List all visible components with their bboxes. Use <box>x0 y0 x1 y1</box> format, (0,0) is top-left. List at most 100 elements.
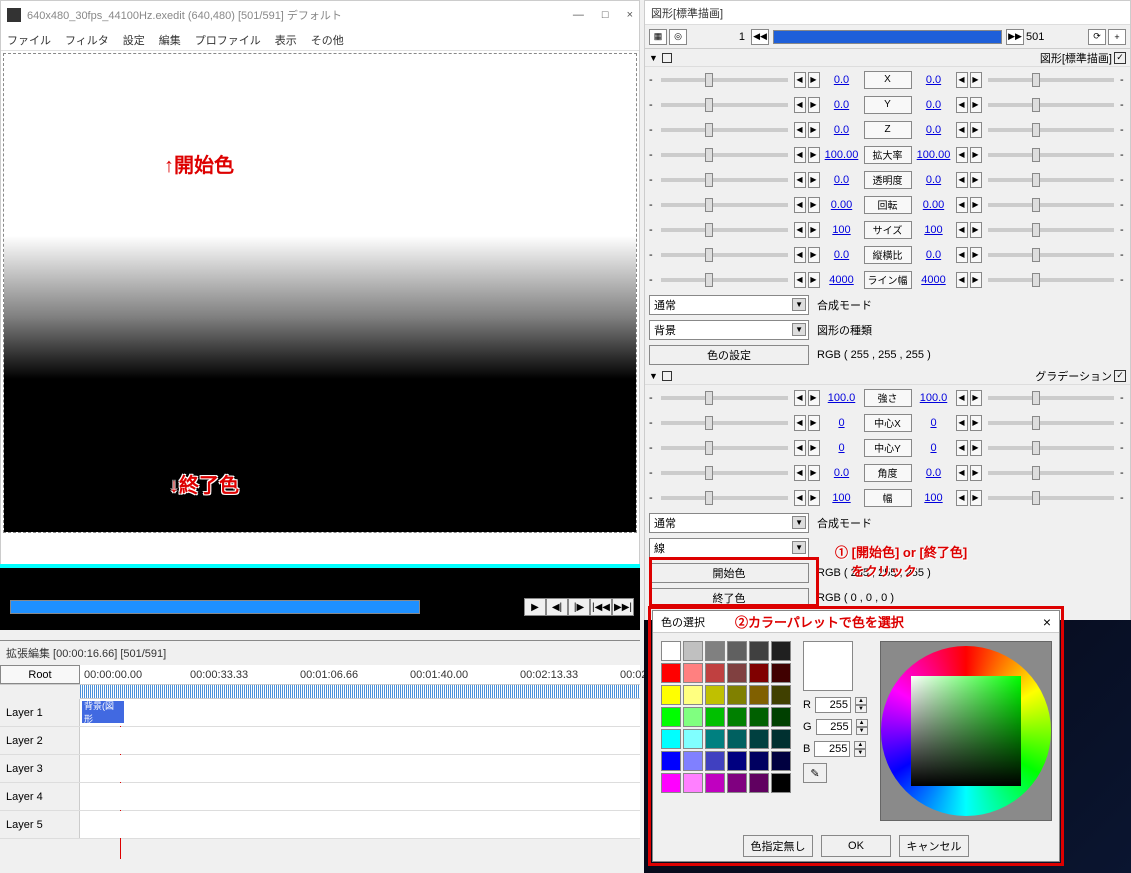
spin-right-up[interactable]: ▶ <box>970 490 982 506</box>
spin-right-down[interactable]: ◀ <box>956 490 968 506</box>
spin-left-up[interactable]: ▶ <box>808 390 820 406</box>
toolbar-icon-1[interactable]: ▦ <box>649 29 667 45</box>
menu-file[interactable]: ファイル <box>7 32 51 48</box>
param-value-right[interactable]: 100.0 <box>914 392 954 404</box>
layer-5-track[interactable] <box>80 811 640 838</box>
param-slider-left[interactable] <box>661 103 788 107</box>
param-name-button[interactable]: 回転 <box>864 196 912 214</box>
spin-right-up[interactable]: ▶ <box>970 440 982 456</box>
menu-settings[interactable]: 設定 <box>123 32 145 48</box>
spin-left-down[interactable]: ◀ <box>794 97 806 113</box>
seek-start-icon[interactable]: ◀◀ <box>751 29 769 45</box>
spin-right-down[interactable]: ◀ <box>956 390 968 406</box>
spin-left-down[interactable]: ◀ <box>794 415 806 431</box>
spin-right-up[interactable]: ▶ <box>970 122 982 138</box>
spin-left-down[interactable]: ◀ <box>794 490 806 506</box>
param-name-button[interactable]: 拡大率 <box>864 146 912 164</box>
param-value-left[interactable]: 0.0 <box>822 174 862 186</box>
spin-right-up[interactable]: ▶ <box>970 247 982 263</box>
section-shape-header[interactable]: ▼ 図形[標準描画] ✓ <box>645 49 1130 67</box>
spin-left-up[interactable]: ▶ <box>808 272 820 288</box>
spin-left-down[interactable]: ◀ <box>794 247 806 263</box>
param-value-left[interactable]: 0.00 <box>822 199 862 211</box>
spin-right-up[interactable]: ▶ <box>970 147 982 163</box>
param-name-button[interactable]: 幅 <box>864 489 912 507</box>
menu-filter[interactable]: フィルタ <box>65 32 109 48</box>
layer-5-label[interactable]: Layer 5 <box>0 811 80 838</box>
spin-right-down[interactable]: ◀ <box>956 465 968 481</box>
layer-4-track[interactable] <box>80 783 640 810</box>
param-slider-right[interactable] <box>988 228 1115 232</box>
layer-2-label[interactable]: Layer 2 <box>0 727 80 754</box>
param-value-right[interactable]: 0 <box>914 442 954 454</box>
color-setting-button[interactable]: 色の設定 <box>649 345 809 365</box>
clip-bg[interactable]: 背景(図形 <box>82 701 124 723</box>
spin-left-up[interactable]: ▶ <box>808 465 820 481</box>
spin-left-down[interactable]: ◀ <box>794 197 806 213</box>
param-value-right[interactable]: 0.0 <box>914 99 954 111</box>
param-name-button[interactable]: 透明度 <box>864 171 912 189</box>
param-slider-right[interactable] <box>988 253 1115 257</box>
param-name-button[interactable]: X <box>864 71 912 89</box>
spin-left-up[interactable]: ▶ <box>808 197 820 213</box>
param-slider-left[interactable] <box>661 253 788 257</box>
spin-left-up[interactable]: ▶ <box>808 490 820 506</box>
scrub-progress[interactable] <box>10 600 420 614</box>
param-value-left[interactable]: 0.0 <box>822 74 862 86</box>
param-slider-left[interactable] <box>661 446 788 450</box>
spin-right-up[interactable]: ▶ <box>970 390 982 406</box>
collapse-icon[interactable]: ▼ <box>649 53 658 63</box>
param-value-left[interactable]: 100.0 <box>822 392 862 404</box>
param-value-right[interactable]: 0.0 <box>914 74 954 86</box>
param-value-right[interactable]: 4000 <box>914 274 954 286</box>
spin-left-up[interactable]: ▶ <box>808 172 820 188</box>
param-value-left[interactable]: 100 <box>822 224 862 236</box>
root-button[interactable]: Root <box>0 665 80 684</box>
param-value-left[interactable]: 0 <box>822 417 862 429</box>
spin-right-up[interactable]: ▶ <box>970 197 982 213</box>
spin-left-down[interactable]: ◀ <box>794 222 806 238</box>
go-start-button[interactable]: |◀◀ <box>590 598 612 616</box>
play-button[interactable]: ▶ <box>524 598 546 616</box>
spin-right-up[interactable]: ▶ <box>970 97 982 113</box>
spin-right-down[interactable]: ◀ <box>956 147 968 163</box>
param-value-left[interactable]: 100.00 <box>822 149 862 161</box>
spin-right-down[interactable]: ◀ <box>956 272 968 288</box>
spin-left-up[interactable]: ▶ <box>808 222 820 238</box>
spin-left-down[interactable]: ◀ <box>794 122 806 138</box>
spin-left-up[interactable]: ▶ <box>808 247 820 263</box>
spin-left-down[interactable]: ◀ <box>794 272 806 288</box>
spin-left-down[interactable]: ◀ <box>794 440 806 456</box>
param-value-left[interactable]: 0.0 <box>822 99 862 111</box>
toolbar-icon-2[interactable]: ◎ <box>669 29 687 45</box>
go-end-button[interactable]: ▶▶| <box>612 598 634 616</box>
param-slider-right[interactable] <box>988 396 1115 400</box>
param-value-right[interactable]: 100 <box>914 224 954 236</box>
param-slider-left[interactable] <box>661 203 788 207</box>
spin-right-down[interactable]: ◀ <box>956 97 968 113</box>
spin-right-down[interactable]: ◀ <box>956 122 968 138</box>
param-value-right[interactable]: 0.0 <box>914 249 954 261</box>
spin-right-up[interactable]: ▶ <box>970 415 982 431</box>
param-slider-left[interactable] <box>661 496 788 500</box>
spin-left-up[interactable]: ▶ <box>808 122 820 138</box>
spin-right-up[interactable]: ▶ <box>970 172 982 188</box>
spin-right-down[interactable]: ◀ <box>956 197 968 213</box>
spin-left-up[interactable]: ▶ <box>808 72 820 88</box>
param-value-right[interactable]: 100.00 <box>914 149 954 161</box>
param-slider-right[interactable] <box>988 496 1115 500</box>
step-back-button[interactable]: ◀| <box>546 598 568 616</box>
section-gradient-header[interactable]: ▼ グラデーション ✓ <box>645 367 1130 385</box>
blend-mode-select[interactable]: 通常 <box>649 295 809 315</box>
param-value-left[interactable]: 0.0 <box>822 249 862 261</box>
param-value-right[interactable]: 0.00 <box>914 199 954 211</box>
layer-3-label[interactable]: Layer 3 <box>0 755 80 782</box>
maximize-button[interactable]: □ <box>602 9 609 21</box>
param-slider-right[interactable] <box>988 128 1115 132</box>
spin-right-up[interactable]: ▶ <box>970 72 982 88</box>
spin-left-up[interactable]: ▶ <box>808 97 820 113</box>
param-slider-left[interactable] <box>661 421 788 425</box>
param-value-right[interactable]: 100 <box>914 492 954 504</box>
param-name-button[interactable]: Y <box>864 96 912 114</box>
param-value-right[interactable]: 0 <box>914 417 954 429</box>
